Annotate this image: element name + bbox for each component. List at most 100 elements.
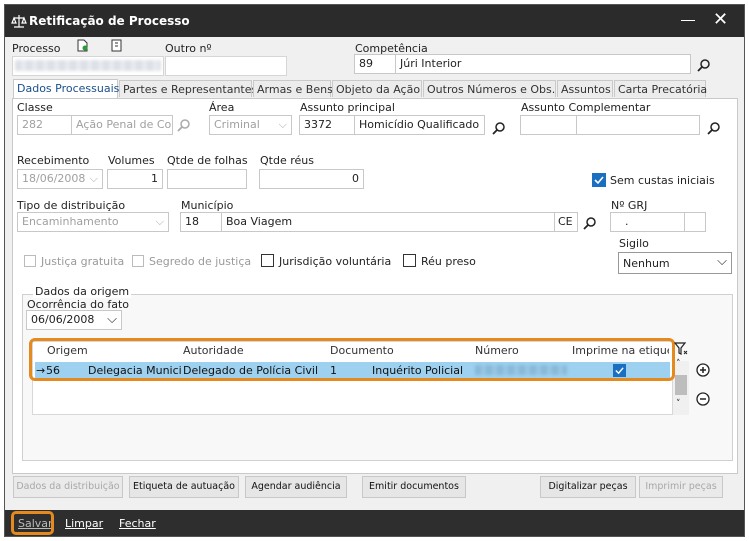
dados-distribuicao-button[interactable]: Dados da distribuição (13, 476, 123, 498)
classe-label: Classe (17, 101, 53, 114)
reu-preso-checkbox[interactable] (403, 254, 416, 267)
cell-autoridade: Delegado de Polícia Civil (183, 364, 319, 377)
area-select[interactable]: Criminal ⌵ (209, 115, 292, 135)
etiqueta-autuacao-button[interactable]: Etiqueta de autuação (129, 476, 239, 498)
reu-preso-label: Réu preso (421, 255, 476, 268)
assunto-comp-label: Assunto Complementar (521, 101, 651, 114)
dialog-window: Retificação de Processo ✕ Processo Outro… (4, 4, 745, 537)
grid-scrollbar[interactable]: ˄ ˅ (673, 359, 689, 415)
sem-custas-checkbox[interactable] (592, 173, 606, 187)
justica-gratuita-label: Justiça gratuita (41, 255, 125, 268)
col-imprime: Imprime na etique (572, 344, 669, 357)
tab-assuntos[interactable]: Assuntos (557, 80, 613, 97)
assunto-name-input[interactable]: Homicídio Qualificado (354, 115, 485, 135)
tipo-dist-select[interactable]: Encaminhamento ⌵ (17, 212, 169, 232)
agendar-audiencia-button[interactable]: Agendar audiência (245, 476, 347, 498)
jurisdicao-voluntaria-checkbox[interactable] (261, 254, 274, 267)
competencia-code-input[interactable]: 89 (354, 54, 396, 74)
ocorrencia-value: 06/06/2008 (31, 313, 95, 326)
sigilo-value: Nenhum (623, 257, 670, 270)
imprime-checkbox[interactable] (613, 364, 626, 377)
area-label: Área (209, 101, 235, 114)
outro-input[interactable] (165, 56, 287, 76)
search-assunto-comp-icon[interactable] (707, 121, 721, 135)
chevron-down-icon: ⌵ (89, 172, 98, 185)
tab-objeto-acao[interactable]: Objeto da Ação (332, 80, 422, 97)
competencia-name-input[interactable]: Júri Interior (395, 54, 691, 74)
segredo-justica-checkbox[interactable] (132, 255, 144, 267)
grj-label: Nº GRJ (611, 199, 648, 212)
qtde-reus-label: Qtde réus (260, 154, 314, 167)
scroll-down-icon[interactable]: ˅ (676, 399, 681, 409)
tipo-dist-label: Tipo de distribuição (17, 199, 126, 212)
bottom-bar: Salvar Limpar Fechar (5, 510, 744, 536)
remove-row-icon[interactable] (696, 392, 710, 406)
grj-digit-input[interactable] (684, 212, 706, 232)
municipio-code-input[interactable]: 18 (180, 212, 222, 232)
assunto-code-input[interactable]: 3372 (299, 115, 355, 135)
chevron-down-icon: ⌵ (717, 254, 727, 269)
minimize-icon[interactable] (681, 20, 695, 21)
assunto-comp-name-input[interactable] (576, 115, 700, 135)
chevron-down-icon: ⌵ (278, 118, 287, 131)
justica-gratuita-checkbox[interactable] (24, 255, 36, 267)
limpar-button[interactable]: Limpar (65, 517, 103, 530)
assunto-label: Assunto principal (300, 101, 395, 114)
volumes-input[interactable]: 1 (107, 169, 163, 189)
recebimento-value: 18/06/2008 (22, 172, 86, 185)
uf-input[interactable]: CE (554, 212, 578, 232)
document-info-icon[interactable] (111, 39, 123, 52)
emitir-documentos-button[interactable]: Emitir documentos (362, 476, 466, 498)
row-marker: → (36, 364, 46, 377)
check-icon (594, 176, 604, 185)
fechar-button[interactable]: Fechar (119, 517, 156, 530)
grj-input[interactable]: . (610, 212, 685, 232)
chevron-down-icon: ⌵ (107, 312, 117, 327)
processo-redacted (15, 60, 161, 71)
new-document-icon[interactable] (77, 39, 89, 52)
window-title: Retificação de Processo (29, 14, 190, 28)
ocorrencia-date[interactable]: 06/06/2008 ⌵ (26, 310, 122, 330)
scroll-thumb[interactable] (675, 375, 687, 395)
tab-carta-precatoria[interactable]: Carta Precatória (614, 80, 707, 97)
cell-origem-name: Delegacia Municip (88, 364, 182, 377)
search-classe-icon[interactable] (177, 118, 191, 132)
municipio-name-input[interactable]: Boa Viagem (221, 212, 555, 232)
segredo-justica-label: Segredo de justiça (149, 255, 252, 268)
col-numero: Número (475, 344, 519, 357)
cell-doc-code: 1 (330, 364, 337, 377)
tab-dados-processuais[interactable]: Dados Processuais (13, 79, 119, 98)
digitalizar-pecas-button[interactable]: Digitalizar peças (540, 476, 636, 498)
cell-numero-redacted (475, 365, 567, 375)
assunto-comp-code-input[interactable] (520, 115, 577, 135)
qtde-reus-input[interactable]: 0 (259, 169, 364, 189)
tipo-dist-value: Encaminhamento (22, 215, 119, 228)
close-icon[interactable]: ✕ (713, 11, 728, 29)
qtde-folhas-label: Qtde de folhas (167, 154, 248, 167)
tab-outros-numeros[interactable]: Outros Números e Obs. (423, 80, 556, 97)
search-assunto-icon[interactable] (492, 121, 506, 135)
search-municipio-icon[interactable] (583, 216, 597, 230)
area-value: Criminal (214, 118, 260, 131)
col-documento: Documento (330, 344, 394, 357)
cell-origem-code: 56 (46, 364, 60, 377)
classe-code-input[interactable]: 282 (17, 115, 72, 135)
imprimir-pecas-button[interactable]: Imprimir peças (639, 476, 723, 498)
jurisdicao-voluntaria-label: Jurisdição voluntária (279, 255, 392, 268)
add-row-icon[interactable] (696, 363, 710, 377)
qtde-folhas-input[interactable] (167, 169, 247, 189)
sem-custas-label: Sem custas iniciais (610, 174, 715, 187)
tab-partes[interactable]: Partes e Representantes (119, 80, 257, 97)
processo-label: Processo (12, 42, 61, 55)
scroll-up-icon[interactable]: ˄ (676, 359, 681, 369)
table-row[interactable]: → 56 Delegacia Municip Delegado de Políc… (35, 362, 670, 378)
recebimento-date[interactable]: 18/06/2008 ⌵ (17, 169, 103, 189)
cell-documento: Inquérito Policial (372, 364, 464, 377)
filter-icon[interactable] (674, 342, 688, 356)
tab-armas-bens[interactable]: Armas e Bens (253, 80, 333, 97)
classe-name-input[interactable]: Ação Penal de Com (71, 115, 173, 135)
origem-grid: Origem Autoridade Documento Número Impri… (32, 341, 673, 415)
search-competencia-icon[interactable] (697, 58, 711, 72)
outro-label: Outro nº (165, 42, 212, 55)
sigilo-select[interactable]: Nenhum ⌵ (618, 252, 732, 274)
